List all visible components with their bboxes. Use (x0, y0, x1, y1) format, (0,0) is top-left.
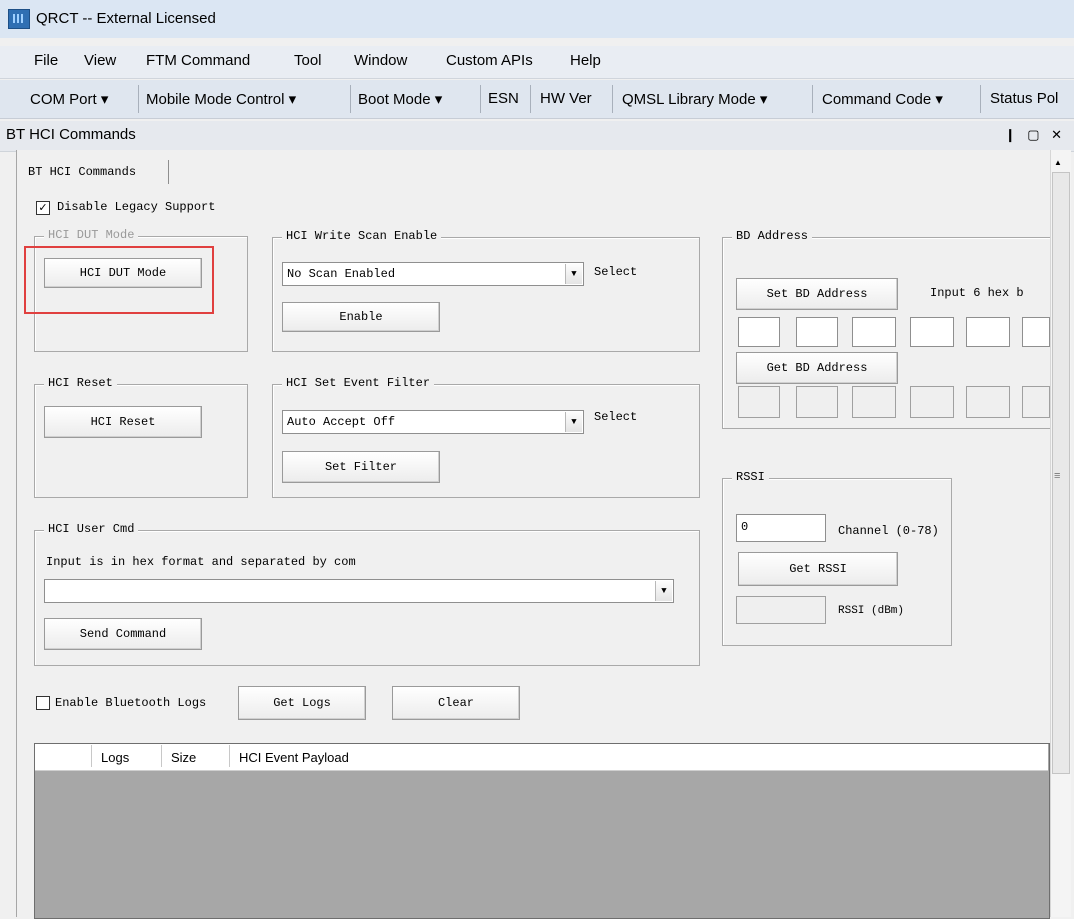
tab-bt-hci-commands[interactable]: BT HCI Commands (18, 160, 169, 184)
filter-select-label: Select (594, 410, 638, 424)
group-legend-bd: BD Address (732, 229, 813, 243)
column-header-size[interactable]: Size (171, 750, 196, 765)
group-hci-reset (34, 384, 248, 498)
toolbar-command-code[interactable]: Command Code ▾ (822, 90, 943, 108)
rssi-channel-value: 0 (741, 520, 749, 534)
bd-address-byte-readout (966, 386, 1010, 418)
bd-address-byte-readout (738, 386, 780, 418)
toolbar-separator (980, 85, 981, 113)
grip-icon: ≡ (1054, 470, 1061, 482)
get-rssi-button[interactable]: Get RSSI (738, 552, 898, 586)
toolbar-separator (530, 85, 531, 113)
rssi-readout (736, 596, 826, 624)
scan-mode-value: No Scan Enabled (287, 267, 396, 281)
bd-address-hint: Input 6 hex b (930, 286, 1024, 300)
group-legend-scan: HCI Write Scan Enable (282, 229, 442, 243)
group-legend-rssi: RSSI (732, 470, 769, 484)
user-cmd-input[interactable]: ▼ (44, 579, 674, 603)
chevron-down-icon[interactable]: ▼ (565, 412, 582, 432)
menu-ftm-command[interactable]: FTM Command (146, 52, 250, 69)
send-command-button[interactable]: Send Command (44, 618, 202, 650)
bd-address-byte-readout (1022, 386, 1050, 418)
menu-bar: File View FTM Command Tool Window Custom… (0, 46, 1074, 79)
toolbar-qmsl-library-mode[interactable]: QMSL Library Mode ▾ (622, 90, 767, 108)
toolbar-separator (350, 85, 351, 113)
bd-address-byte-input[interactable] (796, 317, 838, 347)
group-legend-reset: HCI Reset (44, 376, 117, 390)
toolbar-esn[interactable]: ESN (488, 90, 519, 107)
menu-window[interactable]: Window (354, 52, 407, 69)
toolbar-separator (480, 85, 481, 113)
enable-scan-button[interactable]: Enable (282, 302, 440, 332)
highlight-box (24, 246, 214, 314)
scan-select-label: Select (594, 265, 638, 279)
menu-view[interactable]: View (84, 52, 116, 69)
column-divider[interactable] (161, 745, 162, 767)
disable-legacy-checkbox[interactable]: ✓ (36, 201, 50, 215)
hci-reset-button[interactable]: HCI Reset (44, 406, 202, 438)
bd-address-byte-readout (852, 386, 896, 418)
column-header-payload[interactable]: HCI Event Payload (239, 750, 349, 765)
toolbar-hw-ver[interactable]: HW Ver (540, 90, 592, 107)
group-write-scan-enable (272, 237, 700, 352)
toolbar-boot-mode[interactable]: Boot Mode ▾ (358, 90, 442, 108)
group-legend-filter: HCI Set Event Filter (282, 376, 435, 390)
column-divider[interactable] (91, 745, 92, 767)
group-legend-dut: HCI DUT Mode (44, 228, 139, 242)
set-filter-button[interactable]: Set Filter (282, 451, 440, 483)
toolbar-separator (612, 85, 613, 113)
group-legend-user-cmd: HCI User Cmd (44, 522, 139, 536)
bd-address-byte-input[interactable] (966, 317, 1010, 347)
bd-address-byte-input[interactable] (910, 317, 954, 347)
menu-file[interactable]: File (34, 52, 58, 69)
toolbar-separator (138, 85, 139, 113)
event-filter-value: Auto Accept Off (287, 415, 396, 429)
enable-bluetooth-logs-label: Enable Bluetooth Logs (55, 696, 207, 710)
app-icon (8, 9, 30, 29)
chevron-down-icon[interactable]: ▼ (655, 581, 672, 601)
window-title: QRCT -- External Licensed (36, 10, 216, 27)
panel-title: BT HCI Commands (6, 126, 136, 143)
scroll-up-icon[interactable]: ▲ (1054, 158, 1062, 167)
rssi-channel-label: Channel (0-78) (838, 524, 939, 538)
enable-bluetooth-logs-checkbox[interactable] (36, 696, 50, 710)
bd-address-byte-input[interactable] (738, 317, 780, 347)
get-logs-button[interactable]: Get Logs (238, 686, 366, 720)
bd-address-byte-input[interactable] (852, 317, 896, 347)
event-filter-select[interactable]: Auto Accept Off ▼ (282, 410, 584, 434)
set-bd-address-button[interactable]: Set BD Address (736, 278, 898, 310)
user-cmd-hint: Input is in hex format and separated by … (46, 555, 356, 569)
column-divider[interactable] (229, 745, 230, 767)
panel-header: BT HCI Commands ❙ ▢ ✕ (0, 121, 1074, 152)
bd-address-byte-readout (910, 386, 954, 418)
tab-label: BT HCI Commands (28, 165, 137, 179)
chevron-down-icon[interactable]: ▼ (565, 264, 582, 284)
rssi-channel-input[interactable]: 0 (736, 514, 826, 542)
bd-address-byte-input[interactable] (1022, 317, 1050, 347)
toolbar-separator (812, 85, 813, 113)
column-header-logs[interactable]: Logs (101, 750, 129, 765)
panel-window-controls[interactable]: ❙ ▢ ✕ (1005, 127, 1066, 143)
rssi-unit-label: RSSI (dBm) (838, 605, 905, 617)
get-bd-address-button[interactable]: Get BD Address (736, 352, 898, 384)
check-mark-icon: ✓ (38, 202, 48, 214)
menu-custom-apis[interactable]: Custom APIs (446, 52, 533, 69)
clear-logs-button[interactable]: Clear (392, 686, 520, 720)
toolbar-status-poll[interactable]: Status Pol (990, 90, 1058, 107)
scan-mode-select[interactable]: No Scan Enabled ▼ (282, 262, 584, 286)
title-bar: QRCT -- External Licensed (0, 0, 1074, 38)
toolbar-mobile-mode-control[interactable]: Mobile Mode Control ▾ (146, 90, 296, 108)
disable-legacy-label: Disable Legacy Support (57, 200, 216, 214)
bd-address-byte-readout (796, 386, 838, 418)
log-table-header: Logs Size HCI Event Payload (35, 744, 1048, 771)
menu-tool[interactable]: Tool (294, 52, 322, 69)
toolbar-com-port[interactable]: COM Port ▾ (30, 90, 108, 108)
toolbar: COM Port ▾ Mobile Mode Control ▾ Boot Mo… (0, 80, 1074, 119)
menu-help[interactable]: Help (570, 52, 601, 69)
